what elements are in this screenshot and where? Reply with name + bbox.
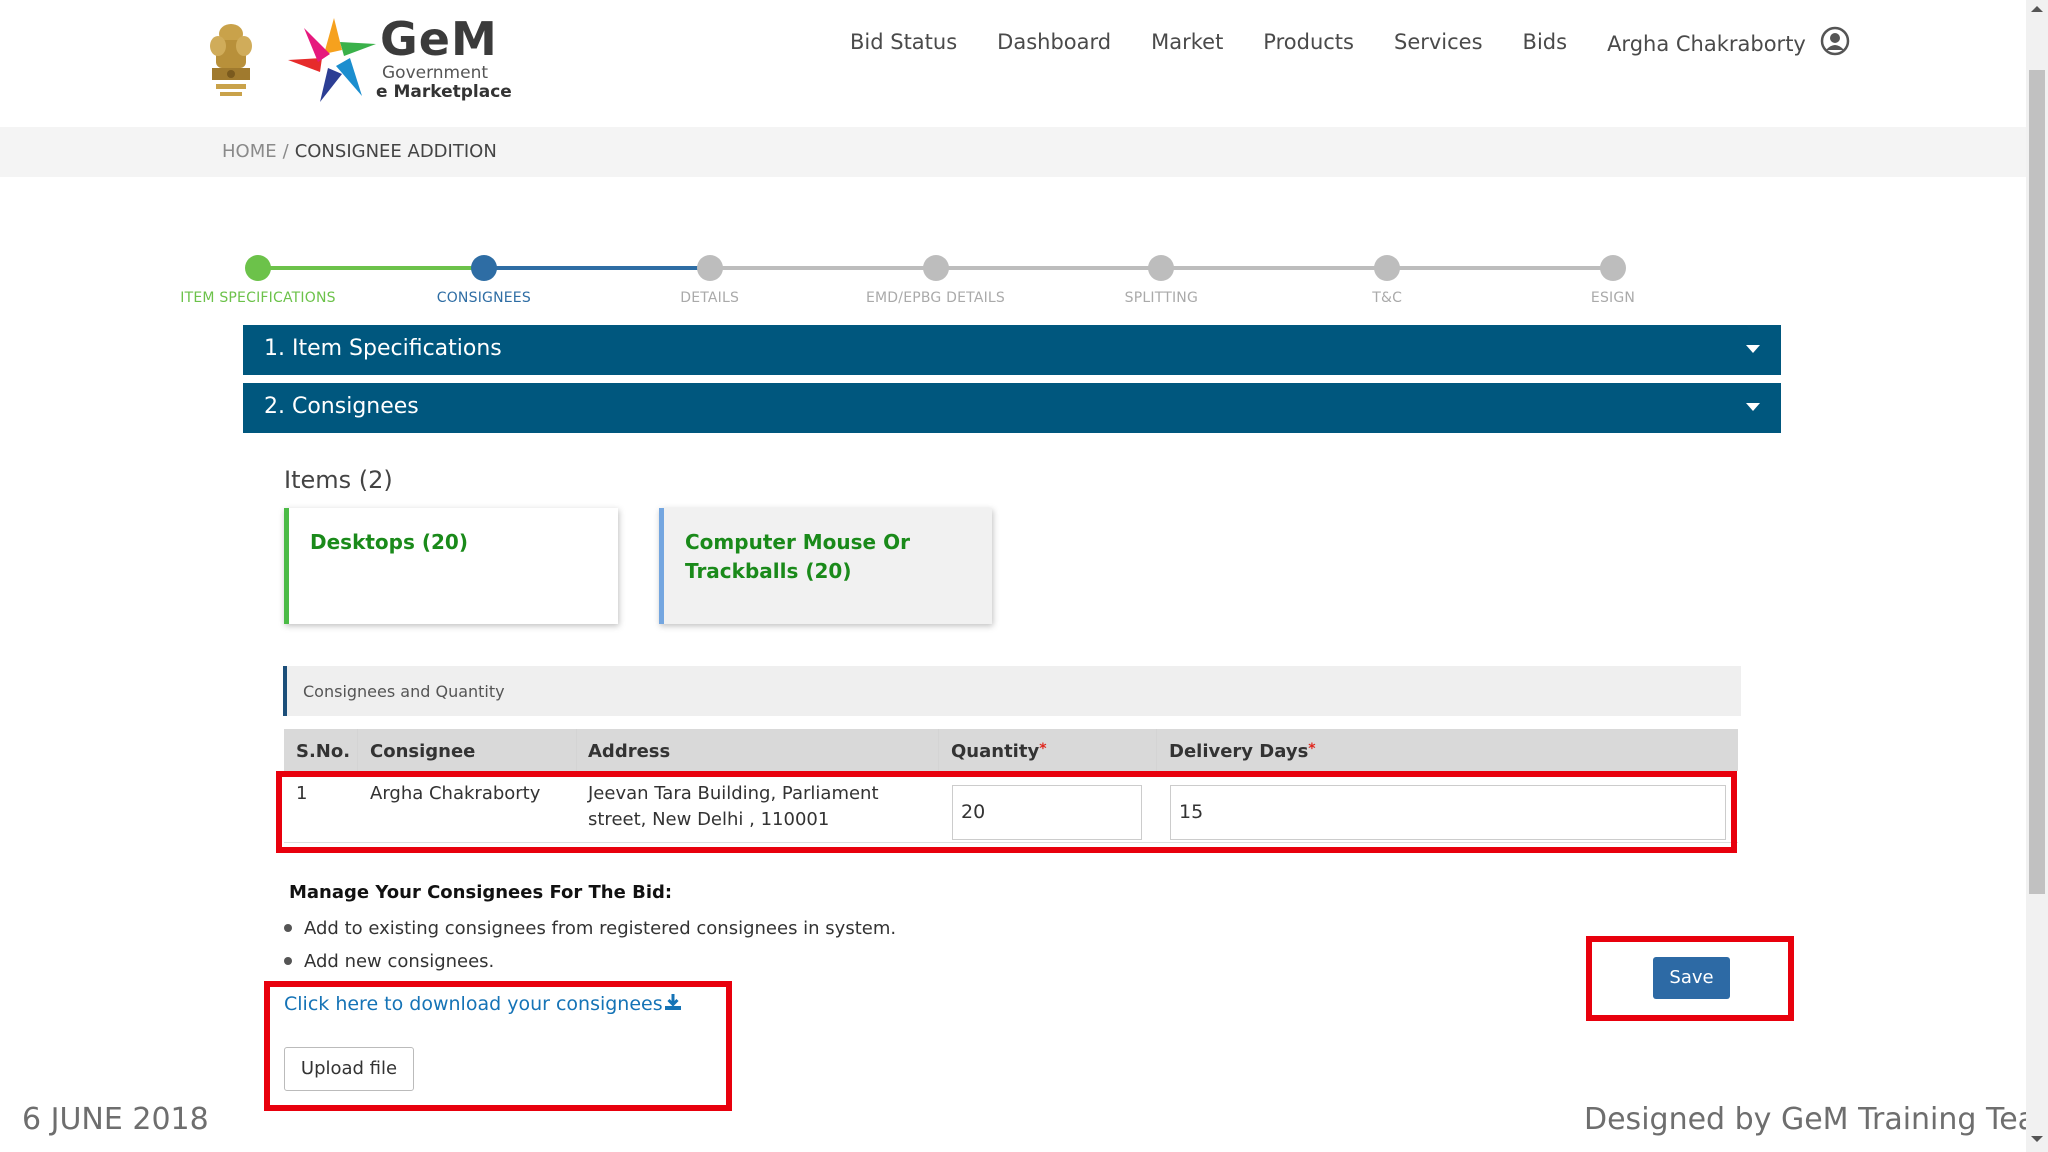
bullet-text: Add to existing consignees from register… xyxy=(304,918,897,939)
item-card-label: Computer Mouse Or Trackballs (20) xyxy=(685,530,910,583)
site-header: GeM Government e Marketplace Bid Status … xyxy=(0,0,2026,127)
header-delivery-label: Delivery Days xyxy=(1169,741,1309,762)
stepper-connector xyxy=(709,266,936,270)
nav-bid-status[interactable]: Bid Status xyxy=(850,30,957,54)
manage-consignees-title: Manage Your Consignees For The Bid: xyxy=(289,882,673,903)
item-card-desktops[interactable]: Desktops (20) xyxy=(284,508,618,624)
section-item-specifications[interactable]: 1. Item Specifications xyxy=(243,325,1781,375)
stepper-label: DETAILS xyxy=(680,290,740,306)
bullet-icon xyxy=(284,956,292,965)
nav-services[interactable]: Services xyxy=(1394,30,1483,54)
stepper-dot xyxy=(245,255,271,281)
stepper-dot xyxy=(1600,255,1626,281)
consignees-quantity-label: Consignees and Quantity xyxy=(303,682,505,701)
stepper-label: SPLITTING xyxy=(1124,290,1199,306)
consignees-quantity-header: Consignees and Quantity xyxy=(283,666,1741,716)
header-sno: S.No. xyxy=(296,741,351,762)
national-emblem-icon xyxy=(210,24,252,96)
bullet-text: Add new consignees. xyxy=(304,951,495,972)
footer-date: 6 JUNE 2018 xyxy=(22,1102,209,1137)
highlight-box xyxy=(1586,936,1794,1021)
header-delivery-days: Delivery Days* xyxy=(1169,741,1316,762)
stepper-connector xyxy=(1387,266,1613,270)
stepper-dot xyxy=(696,255,723,281)
breadcrumb-separator: / xyxy=(282,141,289,162)
stepper-connector xyxy=(483,266,710,270)
brand-subtitle: Government xyxy=(382,63,489,83)
required-mark: * xyxy=(1308,741,1316,757)
list-item: Add new consignees. xyxy=(284,951,494,972)
user-avatar-icon[interactable] xyxy=(1820,26,1850,56)
nav-bids[interactable]: Bids xyxy=(1523,30,1568,54)
stepper-dot xyxy=(1374,255,1401,281)
stepper-label: T&C xyxy=(1372,290,1403,306)
stepper-label: EMD/EPBG DETAILS xyxy=(865,290,1006,306)
list-item: Add to existing consignees from register… xyxy=(284,918,896,939)
stepper-label: ESIGN xyxy=(1590,290,1636,306)
gem-wordmark: GeM Government e Marketplace xyxy=(376,12,512,102)
highlight-box xyxy=(276,771,1737,853)
footer-credit: Designed by GeM Training Team xyxy=(1584,1102,2048,1137)
nav-dashboard[interactable]: Dashboard xyxy=(997,30,1111,54)
items-heading: Items (2) xyxy=(284,466,393,494)
user-menu[interactable]: Argha Chakraborty xyxy=(1607,32,1806,56)
section-consignees[interactable]: 2. Consignees xyxy=(243,383,1781,433)
section-title: 2. Consignees xyxy=(264,394,419,419)
stepper-connector xyxy=(1161,266,1388,270)
highlight-box xyxy=(264,981,732,1111)
stepper-dot xyxy=(922,255,949,281)
brand-title: GeM xyxy=(380,12,498,66)
nav-products[interactable]: Products xyxy=(1263,30,1354,54)
section-title: 1. Item Specifications xyxy=(264,336,502,361)
breadcrumb-home[interactable]: HOME xyxy=(222,141,277,162)
scrollbar-thumb[interactable] xyxy=(2029,70,2045,894)
required-mark: * xyxy=(1039,741,1047,757)
gem-star-logo-icon xyxy=(288,18,376,102)
stepper-label: CONSIGNEES xyxy=(436,290,531,306)
brand-subtitle-2: e Marketplace xyxy=(376,82,512,102)
stepper-connector xyxy=(935,266,1162,270)
top-nav: Bid Status Dashboard Market Products Ser… xyxy=(850,26,1850,56)
scroll-down-icon[interactable] xyxy=(2031,1136,2043,1142)
nav-market[interactable]: Market xyxy=(1151,30,1223,54)
stepper-label: ITEM SPECIFICATIONS xyxy=(180,290,336,306)
breadcrumb: HOME / CONSIGNEE ADDITION xyxy=(0,127,2026,177)
bullet-icon xyxy=(284,923,292,932)
item-card-mouse[interactable]: Computer Mouse Or Trackballs (20) xyxy=(659,508,992,624)
scroll-up-icon[interactable] xyxy=(2031,6,2043,12)
header-address: Address xyxy=(588,741,671,762)
stepper-dot xyxy=(1148,255,1175,281)
header-consignee: Consignee xyxy=(370,741,476,762)
table-header: S.No. Consignee Address Quantity* Delive… xyxy=(284,729,1738,771)
header-quantity-label: Quantity xyxy=(951,741,1040,762)
stepper-dot xyxy=(470,255,497,281)
caret-down-icon xyxy=(1746,345,1760,353)
vertical-scrollbar[interactable] xyxy=(2026,0,2048,1152)
caret-down-icon xyxy=(1746,403,1760,411)
stepper-connector xyxy=(258,266,484,270)
item-card-label: Desktops (20) xyxy=(310,530,468,554)
header-quantity: Quantity* xyxy=(951,741,1047,762)
breadcrumb-current: CONSIGNEE ADDITION xyxy=(294,141,497,162)
progress-stepper: ITEM SPECIFICATIONS CONSIGNEES DETAILS EMD/… xyxy=(180,250,1688,310)
